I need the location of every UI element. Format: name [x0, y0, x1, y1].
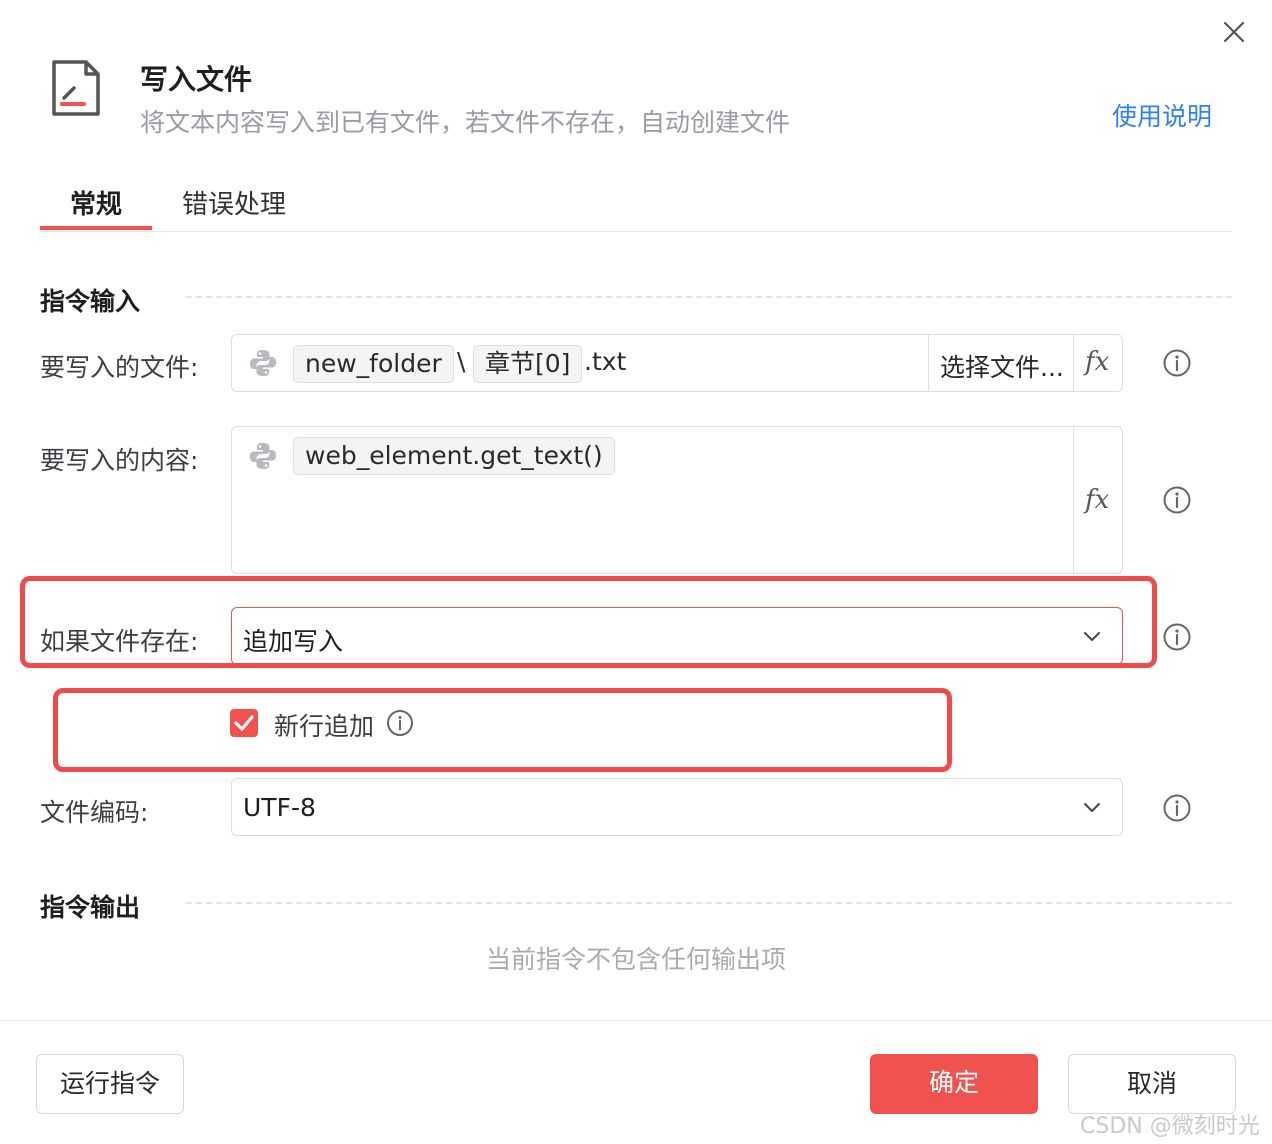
confirm-button[interactable]: 确定 — [870, 1054, 1038, 1114]
annotation-highlight-checkbox — [53, 688, 952, 772]
content-label: 要写入的内容: — [40, 446, 199, 475]
variable-chip-folder[interactable]: new_folder — [293, 345, 454, 383]
file-suffix: .txt — [584, 347, 627, 376]
if-exists-select[interactable]: 追加写入 — [231, 607, 1123, 665]
info-icon[interactable] — [386, 709, 414, 737]
newline-append-label[interactable]: 新行追加 — [274, 707, 374, 743]
dialog-title: 写入文件 — [140, 63, 253, 96]
section-title-input: 指令输入 — [40, 287, 141, 316]
info-icon[interactable] — [1162, 622, 1192, 652]
help-link[interactable]: 使用说明 — [1112, 97, 1212, 133]
run-command-button[interactable]: 运行指令 — [36, 1054, 184, 1114]
content-input[interactable]: web_element.get_text() fx — [231, 426, 1123, 574]
write-file-dialog: 写入文件 将文本内容写入到已有文件，若文件不存在，自动创建文件 使用说明 常规 … — [0, 0, 1272, 1144]
cancel-button[interactable]: 取消 — [1068, 1054, 1236, 1114]
active-tab-indicator — [40, 226, 152, 230]
fx-button[interactable]: fx — [1085, 485, 1109, 515]
tab-general[interactable]: 常规 — [70, 184, 122, 221]
watermark: CSDN @微刻时光 — [1080, 1114, 1260, 1139]
section-divider — [186, 296, 1232, 298]
chevron-down-icon — [1084, 632, 1100, 641]
select-value: 追加写入 — [243, 627, 344, 656]
footer-divider — [0, 1020, 1272, 1021]
section-title-output: 指令输出 — [40, 893, 141, 922]
newline-append-checkbox[interactable] — [230, 709, 258, 737]
divider — [1073, 427, 1074, 573]
select-value: UTF-8 — [243, 793, 316, 822]
chevron-down-icon — [1084, 803, 1100, 812]
file-edit-icon — [52, 60, 100, 116]
file-label: 要写入的文件: — [40, 353, 199, 382]
encoding-select[interactable]: UTF-8 — [231, 778, 1123, 836]
if-exists-label: 如果文件存在: — [40, 627, 199, 656]
tab-error-handling[interactable]: 错误处理 — [182, 184, 286, 221]
encoding-label: 文件编码: — [40, 798, 149, 827]
close-icon[interactable] — [1218, 16, 1250, 48]
info-icon[interactable] — [1162, 793, 1192, 823]
choose-file-button[interactable]: 选择文件... — [940, 348, 1064, 384]
path-separator: \ — [457, 347, 466, 376]
divider — [928, 335, 929, 391]
checkmark-icon — [234, 715, 254, 731]
fx-button[interactable]: fx — [1085, 347, 1109, 377]
variable-chip-chapter[interactable]: 章节[0] — [473, 345, 583, 383]
variable-chip-content[interactable]: web_element.get_text() — [293, 437, 615, 475]
tab-bar: 常规 错误处理 — [40, 170, 1232, 232]
empty-output-text: 当前指令不包含任何输出项 — [485, 945, 786, 974]
python-icon — [250, 443, 276, 469]
info-icon[interactable] — [1162, 348, 1192, 378]
python-icon — [250, 350, 276, 376]
file-input[interactable]: new_folder \ 章节[0] .txt 选择文件... fx — [231, 334, 1123, 392]
info-icon[interactable] — [1162, 485, 1192, 515]
dialog-subtitle: 将文本内容写入到已有文件，若文件不存在，自动创建文件 — [140, 108, 791, 137]
divider — [1073, 335, 1074, 391]
section-divider — [186, 902, 1232, 904]
